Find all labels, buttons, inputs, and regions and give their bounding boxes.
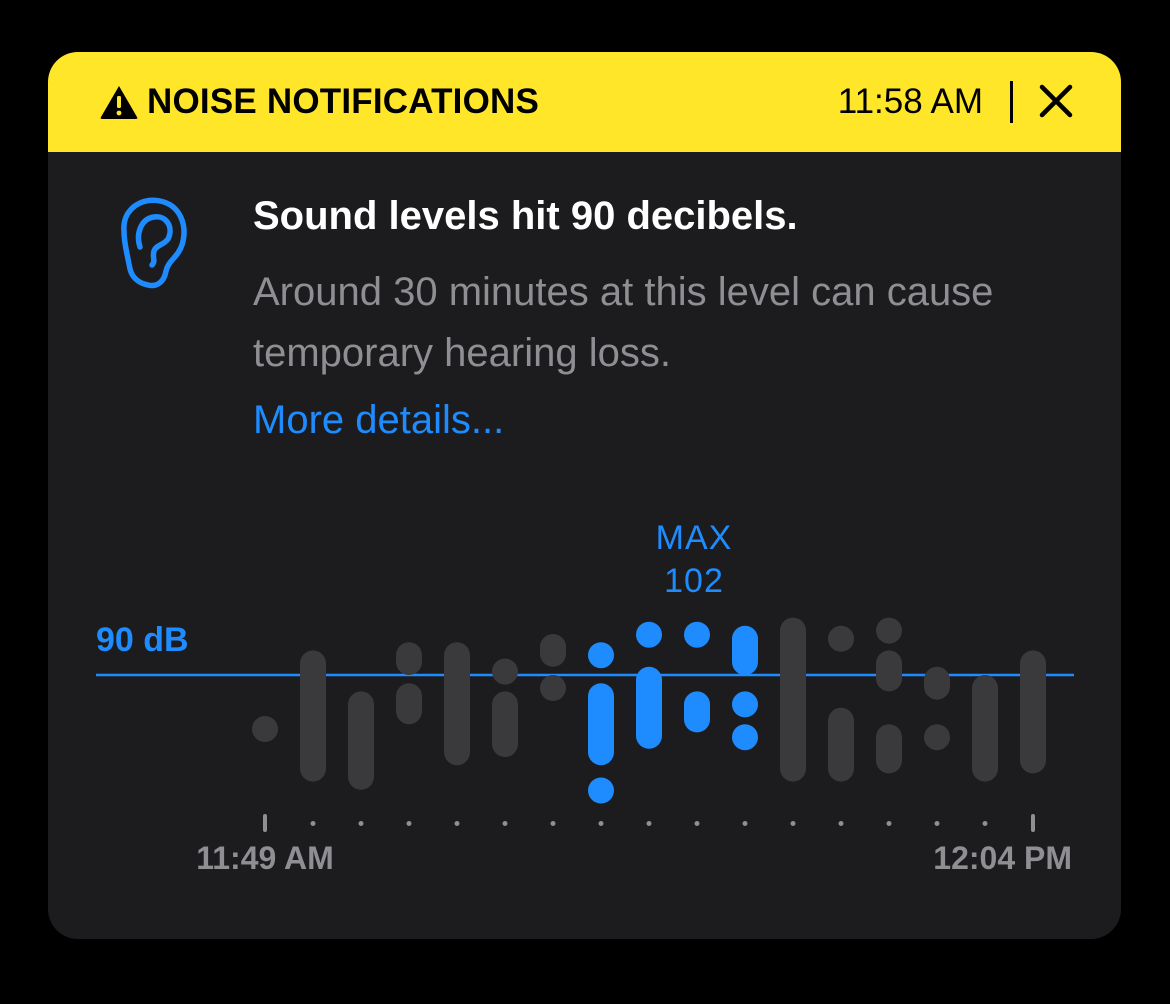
warning-triangle-icon <box>100 86 138 119</box>
x-axis-tick <box>502 821 508 826</box>
chart-bar-highlight <box>636 666 662 749</box>
chart-bar <box>876 617 902 644</box>
chart-bar <box>924 666 950 700</box>
x-axis-tick <box>598 821 604 826</box>
x-axis-tick <box>454 821 460 826</box>
chart-bar-highlight <box>732 625 758 675</box>
x-axis-tick <box>790 821 796 826</box>
x-axis-tick <box>310 821 316 826</box>
chart-bar <box>252 716 278 742</box>
close-icon <box>1039 84 1073 118</box>
chart-bar <box>876 724 902 774</box>
close-button[interactable] <box>1033 78 1079 124</box>
ear-icon <box>121 197 187 289</box>
max-value: 102 <box>664 562 724 600</box>
chart-bar-highlight <box>732 691 758 718</box>
chart-bar <box>828 707 854 782</box>
chart-bar <box>828 625 854 652</box>
x-end-label: 12:04 PM <box>933 840 1072 876</box>
chart-bar <box>396 642 422 675</box>
x-axis-tick <box>886 821 892 826</box>
banner-divider <box>1010 81 1013 123</box>
chart-bar <box>876 650 902 692</box>
notification-headline: Sound levels hit 90 decibels. <box>253 194 798 238</box>
chart-bar-highlight <box>588 642 614 669</box>
max-label: MAX <box>656 519 733 557</box>
x-axis-tick <box>838 821 844 826</box>
chart-bar-highlight <box>588 777 614 804</box>
x-axis-tick <box>934 821 940 826</box>
x-start-label: 11:49 AM <box>196 840 334 876</box>
chart-bar-highlight <box>732 724 758 751</box>
chart-bar-highlight <box>636 621 662 648</box>
notification-body: Around 30 minutes at this level can caus… <box>253 270 994 375</box>
chart-bar <box>492 658 518 685</box>
chart-bar <box>540 675 566 701</box>
x-axis-tick <box>358 821 364 826</box>
notification-banner: NOISE NOTIFICATIONS 11:58 AM <box>48 52 1121 152</box>
noise-level-chart: 90 dB MAX 102 11:49 AM 12:04 PM <box>96 519 1074 876</box>
x-axis-tick <box>694 821 700 826</box>
x-axis-tick <box>982 821 988 826</box>
x-axis-tick <box>550 821 556 826</box>
threshold-label: 90 dB <box>96 621 189 659</box>
chart-bar <box>396 683 422 725</box>
chart-bar <box>300 650 326 782</box>
x-axis-tick <box>742 821 748 826</box>
x-axis-tick <box>646 821 652 826</box>
chart-bar <box>924 724 950 751</box>
x-axis-end-tick <box>263 814 267 832</box>
chart-bar <box>444 642 470 766</box>
chart-bar-highlight <box>684 621 710 648</box>
noise-notification-card: NOISE NOTIFICATIONS 11:58 AM Sound level… <box>48 52 1121 939</box>
chart-bar <box>972 675 998 782</box>
chart-bar-highlight <box>588 683 614 766</box>
x-axis-tick <box>406 821 412 826</box>
chart-bar <box>540 634 566 667</box>
more-details-link[interactable]: More details... <box>253 398 504 443</box>
notification-time: 11:58 AM <box>837 82 983 121</box>
chart-bar <box>348 691 374 790</box>
chart-bar <box>1020 650 1046 774</box>
x-axis-end-tick <box>1031 814 1035 832</box>
banner-title: NOISE NOTIFICATIONS <box>147 82 540 121</box>
chart-bar-highlight <box>684 691 710 733</box>
chart-bar <box>492 691 518 757</box>
chart-bar <box>780 617 806 782</box>
